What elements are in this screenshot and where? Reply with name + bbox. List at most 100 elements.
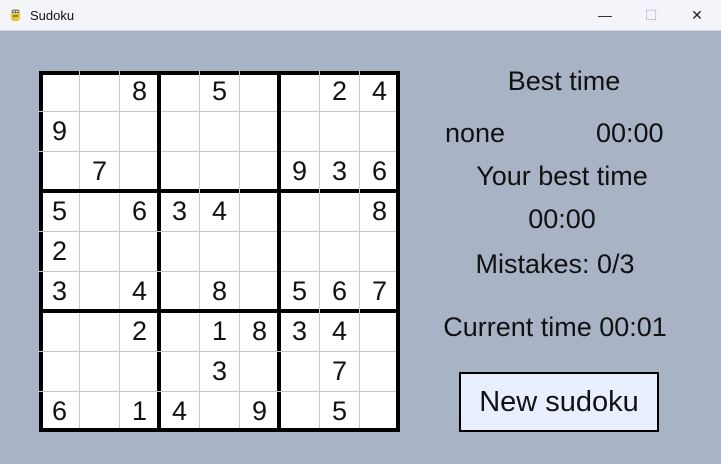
sudoku-cell[interactable]: 2 [40, 232, 80, 272]
grid-line-horizontal [39, 231, 400, 232]
sudoku-cell[interactable]: 6 [120, 192, 160, 232]
sudoku-cell[interactable]: 5 [320, 392, 360, 432]
sudoku-cell[interactable] [80, 72, 120, 112]
sudoku-cell[interactable]: 3 [40, 272, 80, 312]
new-sudoku-button[interactable]: New sudoku [459, 372, 659, 432]
sudoku-cell[interactable]: 7 [80, 152, 120, 192]
sudoku-cell[interactable]: 9 [40, 112, 80, 152]
sudoku-cell[interactable]: 3 [280, 312, 320, 352]
sudoku-cell[interactable] [280, 392, 320, 432]
sudoku-cell[interactable] [80, 312, 120, 352]
sudoku-cell[interactable] [160, 72, 200, 112]
sudoku-cell[interactable] [80, 392, 120, 432]
sudoku-cell[interactable] [320, 112, 360, 152]
title-bar[interactable]: Sudoku — ☐ ✕ [0, 0, 721, 31]
sudoku-cell[interactable] [160, 312, 200, 352]
sudoku-cell[interactable] [280, 232, 320, 272]
box-divider-horizontal [39, 309, 400, 313]
sudoku-cell[interactable] [360, 352, 400, 392]
sudoku-cell[interactable] [360, 112, 400, 152]
sudoku-cell[interactable] [280, 352, 320, 392]
close-button[interactable]: ✕ [674, 0, 720, 30]
sudoku-cell[interactable] [360, 392, 400, 432]
sudoku-cell[interactable]: 3 [320, 152, 360, 192]
sudoku-cell[interactable] [240, 72, 280, 112]
sudoku-cell[interactable] [160, 272, 200, 312]
sudoku-cell[interactable] [40, 312, 80, 352]
sudoku-cell[interactable] [120, 352, 160, 392]
sudoku-cell[interactable] [120, 112, 160, 152]
best-time-value: 00:00 [596, 118, 664, 148]
sudoku-cell[interactable]: 8 [200, 272, 240, 312]
grid-line-vertical [359, 71, 360, 432]
sudoku-cell[interactable]: 2 [320, 72, 360, 112]
sudoku-cell[interactable]: 4 [120, 272, 160, 312]
sudoku-cell[interactable]: 4 [320, 312, 360, 352]
sudoku-cell[interactable] [40, 352, 80, 392]
sudoku-cell[interactable]: 8 [240, 312, 280, 352]
sudoku-cell[interactable] [160, 112, 200, 152]
sudoku-cell[interactable] [280, 192, 320, 232]
sudoku-cell[interactable]: 6 [360, 152, 400, 192]
maximize-button[interactable]: ☐ [628, 0, 674, 30]
sudoku-cell[interactable]: 8 [360, 192, 400, 232]
sudoku-cell[interactable] [120, 152, 160, 192]
grid-line-vertical [239, 71, 240, 432]
sudoku-cell[interactable] [80, 352, 120, 392]
sudoku-board: 852497936563482348567218343761495 [39, 71, 400, 432]
sudoku-cell[interactable]: 1 [120, 392, 160, 432]
sudoku-cell[interactable]: 9 [280, 152, 320, 192]
box-divider-horizontal [39, 189, 400, 193]
sudoku-cell[interactable]: 4 [160, 392, 200, 432]
sudoku-cell[interactable] [240, 272, 280, 312]
minimize-button[interactable]: — [582, 0, 628, 30]
sudoku-cell[interactable]: 6 [320, 272, 360, 312]
sudoku-cell[interactable]: 7 [360, 272, 400, 312]
sudoku-cell[interactable] [160, 232, 200, 272]
sudoku-cell[interactable] [240, 152, 280, 192]
sudoku-cell[interactable]: 5 [40, 192, 80, 232]
sudoku-cell[interactable] [200, 232, 240, 272]
sudoku-cell[interactable] [280, 112, 320, 152]
box-divider-horizontal [39, 428, 400, 432]
sudoku-cell[interactable] [240, 192, 280, 232]
sudoku-cell[interactable]: 5 [280, 272, 320, 312]
sudoku-cell[interactable]: 6 [40, 392, 80, 432]
sudoku-cell[interactable] [160, 152, 200, 192]
sudoku-cell[interactable] [240, 352, 280, 392]
best-time-heading: Best time [507, 66, 621, 96]
sudoku-cell[interactable]: 3 [160, 192, 200, 232]
sudoku-cell[interactable] [80, 192, 120, 232]
sudoku-cell[interactable]: 3 [200, 352, 240, 392]
sudoku-cell[interactable]: 1 [200, 312, 240, 352]
sudoku-cell[interactable]: 5 [200, 72, 240, 112]
sudoku-cell[interactable]: 9 [240, 392, 280, 432]
sudoku-cell[interactable]: 4 [200, 192, 240, 232]
box-divider-vertical [277, 71, 281, 432]
sudoku-cell[interactable] [320, 232, 360, 272]
sudoku-cell[interactable] [320, 192, 360, 232]
box-divider-vertical [157, 71, 161, 432]
sudoku-cell[interactable] [40, 152, 80, 192]
sudoku-cell[interactable] [240, 112, 280, 152]
mistakes-counter: Mistakes: 0/3 [475, 249, 635, 279]
best-time-holder: none [445, 118, 506, 148]
sudoku-cell[interactable] [80, 232, 120, 272]
sudoku-cell[interactable] [120, 232, 160, 272]
sudoku-cell[interactable]: 4 [360, 72, 400, 112]
sudoku-cell[interactable]: 2 [120, 312, 160, 352]
sudoku-cell[interactable]: 7 [320, 352, 360, 392]
current-time: Current time 00:01 [443, 312, 667, 342]
sudoku-cell[interactable] [200, 392, 240, 432]
sudoku-cell[interactable]: 8 [120, 72, 160, 112]
sudoku-cell[interactable] [360, 232, 400, 272]
sudoku-cell[interactable] [200, 112, 240, 152]
sudoku-cell[interactable] [240, 232, 280, 272]
sudoku-cell[interactable] [160, 352, 200, 392]
sudoku-cell[interactable] [80, 112, 120, 152]
sudoku-cell[interactable] [200, 152, 240, 192]
sudoku-cell[interactable] [360, 312, 400, 352]
sudoku-cell[interactable] [40, 72, 80, 112]
sudoku-cell[interactable] [80, 272, 120, 312]
sudoku-cell[interactable] [280, 72, 320, 112]
